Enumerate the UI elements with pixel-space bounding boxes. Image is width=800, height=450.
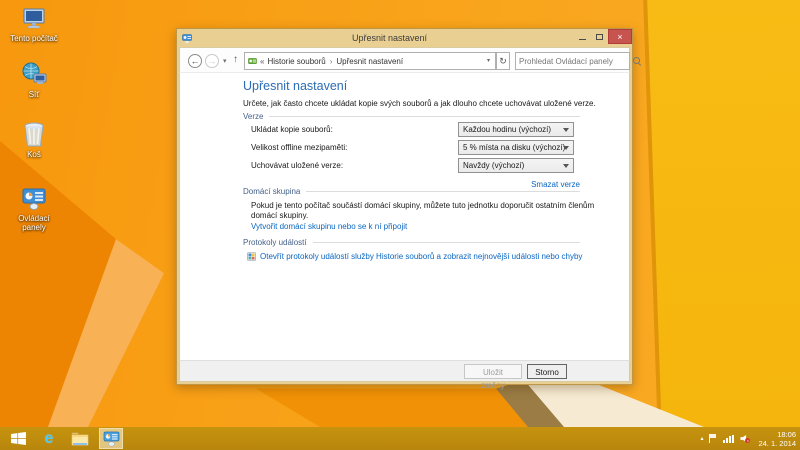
- group-homegroup-title: Domácí skupina: [243, 187, 300, 196]
- save-copies-select[interactable]: Každou hodinu (výchozí): [458, 122, 574, 137]
- breadcrumb-file-history[interactable]: Historie souborů: [267, 57, 325, 66]
- search-input[interactable]: [516, 57, 632, 66]
- event-log-icon: [247, 252, 256, 261]
- clock-date: 24. 1. 2014: [758, 439, 796, 448]
- recent-pages-dropdown-icon[interactable]: ▾: [223, 57, 227, 65]
- page-title: Upřesnit nastavení: [243, 79, 347, 93]
- setting-row-keep-versions: Uchovávat uložené verze: Navždy (výchozí…: [243, 158, 580, 173]
- computer-icon: [20, 6, 48, 32]
- breadcrumb-advanced-settings[interactable]: Upřesnit nastavení: [336, 57, 403, 66]
- event-log-row: Otevřít protokoly událostí služby Histor…: [247, 252, 582, 261]
- maximize-button[interactable]: [591, 29, 608, 44]
- save-copies-label: Ukládat kopie souborů:: [251, 122, 333, 137]
- desktop-icon-control-panel[interactable]: Ovládací panely: [6, 186, 62, 232]
- keep-versions-value: Navždy (výchozí): [463, 161, 524, 170]
- desktop-icon-label: Tento počítač: [10, 34, 58, 43]
- chevron-down-icon: [563, 146, 569, 150]
- windows-logo-icon: [11, 432, 26, 445]
- offline-cache-label: Velikost offline mezipaměti:: [251, 140, 347, 155]
- address-dropdown-icon[interactable]: ▾: [482, 53, 495, 69]
- refresh-button[interactable]: ↻: [496, 52, 510, 70]
- desktop: Tento počítač Síť: [0, 0, 800, 450]
- search-box: [515, 52, 630, 70]
- keep-versions-label: Uchovávat uložené verze:: [251, 158, 343, 173]
- setting-row-offline-cache: Velikost offline mezipaměti: 5 % místa n…: [243, 140, 580, 155]
- start-button[interactable]: [6, 428, 30, 449]
- keep-versions-select[interactable]: Navždy (výchozí): [458, 158, 574, 173]
- folder-icon: [71, 432, 89, 446]
- desktop-icon-this-pc[interactable]: Tento počítač: [6, 6, 62, 43]
- offline-cache-select[interactable]: 5 % místa na disku (výchozí): [458, 140, 574, 155]
- up-button[interactable]: ↑: [233, 54, 238, 65]
- control-panel-icon: [103, 431, 120, 447]
- group-versions: Verze: [243, 112, 580, 121]
- chevron-down-icon: [563, 164, 569, 168]
- window-controls: ×: [574, 29, 632, 44]
- recycle-bin-icon: [20, 122, 48, 148]
- group-versions-title: Verze: [243, 112, 263, 121]
- homegroup-text: Pokud je tento počítač součástí domácí s…: [251, 201, 603, 220]
- system-tray: ▴ × 18:06 24. 1. 2014: [700, 430, 796, 448]
- address-bar[interactable]: « Historie souborů › Upřesnit nastavení …: [244, 52, 496, 70]
- breadcrumb-overflow-chevrons[interactable]: «: [260, 57, 264, 66]
- group-rule: [269, 116, 580, 117]
- group-rule: [313, 242, 580, 243]
- taskbar: e ▴: [0, 427, 800, 450]
- close-button[interactable]: ×: [608, 29, 632, 44]
- save-copies-value: Každou hodinu (výchozí): [463, 125, 551, 134]
- desktop-icon-label: Ovládací panely: [6, 214, 62, 232]
- search-icon: [632, 56, 642, 66]
- minimize-button[interactable]: [574, 29, 591, 44]
- window-title: Upřesnit nastavení: [209, 29, 570, 47]
- dialog-footer: Uložit změny Storno: [179, 360, 630, 382]
- window-control-panel-icon: [182, 33, 192, 43]
- action-center-flag-icon[interactable]: [709, 434, 717, 443]
- network-signal-icon[interactable]: [723, 435, 734, 443]
- group-event-logs-title: Protokoly událostí: [243, 238, 307, 247]
- setting-row-save-copies: Ukládat kopie souborů: Každou hodinu (vý…: [243, 122, 580, 137]
- cancel-button[interactable]: Storno: [527, 364, 567, 379]
- page-intro: Určete, jak často chcete ukládat kopie s…: [243, 99, 603, 108]
- taskbar-clock[interactable]: 18:06 24. 1. 2014: [758, 430, 796, 448]
- internet-explorer-icon: e: [45, 431, 54, 447]
- homegroup-link[interactable]: Vytvořit domácí skupinu nebo se k ní při…: [251, 222, 407, 232]
- network-icon: [20, 62, 48, 88]
- group-homegroup: Domácí skupina: [243, 187, 580, 196]
- desktop-icon-network[interactable]: Síť: [6, 62, 62, 99]
- address-control-panel-icon: [248, 57, 257, 66]
- page-content: Upřesnit nastavení Určete, jak často chc…: [179, 73, 630, 360]
- breadcrumb-separator-icon: ›: [330, 57, 333, 66]
- control-panel-icon: [20, 186, 48, 212]
- taskbar-internet-explorer[interactable]: e: [37, 428, 61, 449]
- group-rule: [306, 191, 580, 192]
- clock-time: 18:06: [758, 430, 796, 439]
- offline-cache-value: 5 % místa na disku (výchozí): [463, 143, 565, 152]
- forward-button[interactable]: →: [205, 54, 219, 68]
- navigation-toolbar: ← → ▾ ↑ « Historie souborů › Upřesnit na…: [179, 47, 630, 73]
- group-event-logs: Protokoly událostí: [243, 238, 580, 247]
- open-event-logs-link[interactable]: Otevřít protokoly událostí služby Histor…: [260, 252, 582, 261]
- desktop-icon-label: Koš: [27, 150, 41, 159]
- show-hidden-icons-button[interactable]: ▴: [700, 435, 703, 442]
- advanced-settings-window: Upřesnit nastavení × ← → ▾ ↑: [176, 28, 633, 385]
- desktop-icon-label: Síť: [29, 90, 40, 99]
- desktop-icon-recycle-bin[interactable]: Koš: [6, 122, 62, 159]
- volume-muted-icon[interactable]: ×: [740, 434, 750, 443]
- taskbar-control-panel-active[interactable]: [99, 428, 123, 449]
- title-bar[interactable]: Upřesnit nastavení ×: [179, 29, 630, 47]
- homegroup-block: Pokud je tento počítač součástí domácí s…: [251, 201, 603, 232]
- back-button[interactable]: ←: [188, 54, 202, 68]
- chevron-down-icon: [563, 128, 569, 132]
- taskbar-file-explorer[interactable]: [68, 428, 92, 449]
- save-changes-button[interactable]: Uložit změny: [464, 364, 522, 379]
